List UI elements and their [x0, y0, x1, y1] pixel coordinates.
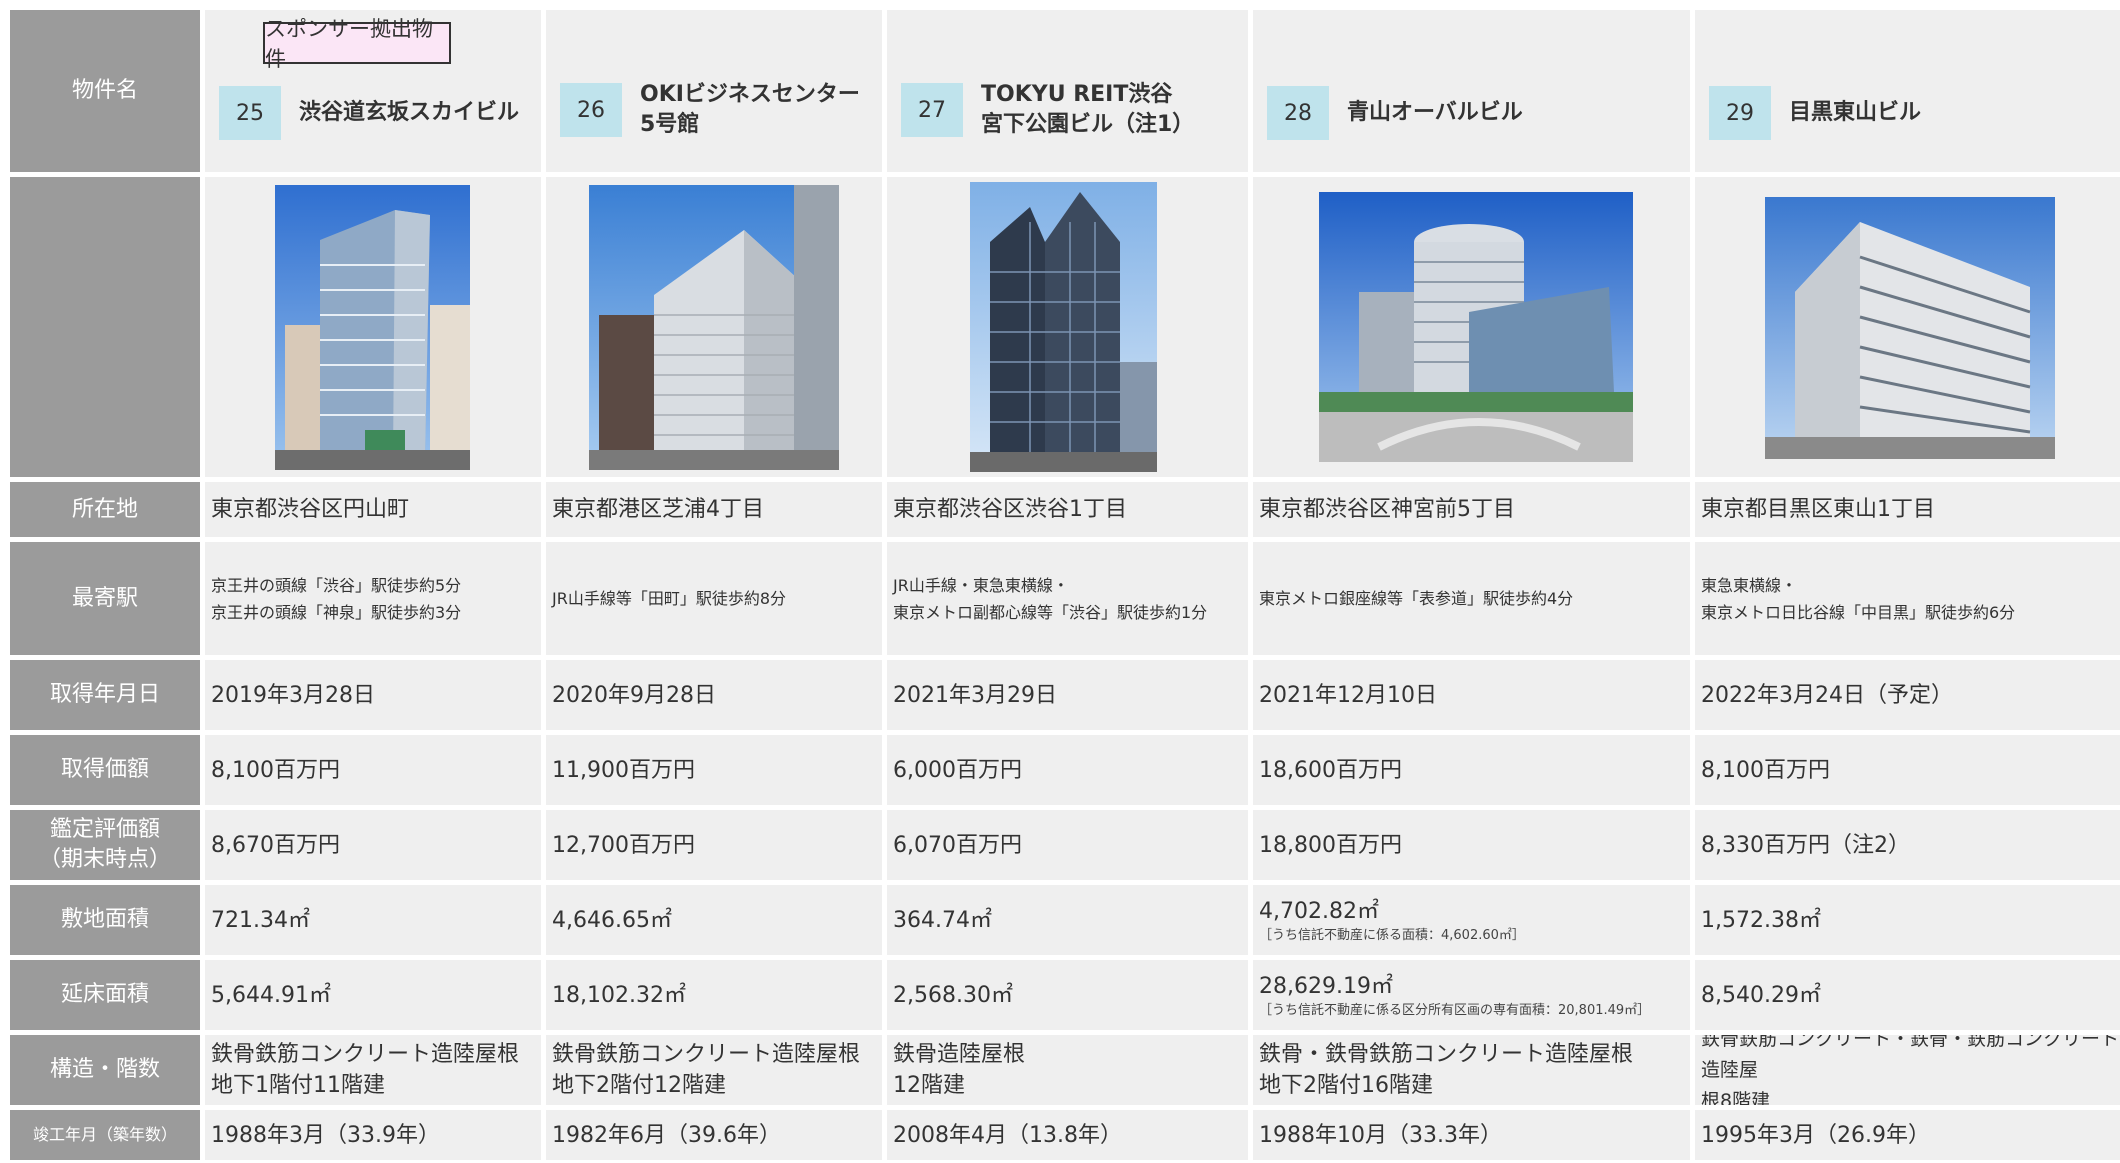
floor-area-note: ［うち信託不動産に係る区分所有区画の専有面積：20,801.49㎡］ [1259, 1002, 1651, 1018]
cell-appraisal: 8,330百万円（注2） [1695, 810, 2120, 880]
property-28-photo-cell [1253, 177, 1690, 477]
cell-land-area: 1,572.38㎡ [1695, 885, 2120, 955]
cell-acquisition-price: 11,900百万円 [546, 735, 882, 805]
building-photo [970, 182, 1157, 472]
property-27-photo-cell [887, 177, 1248, 477]
cell-station: JR山手線等「田町」駅徒歩約8分 [546, 542, 882, 655]
property-name: 渋谷道玄坂スカイビル [299, 100, 520, 125]
property-27-name-cell: 27 TOKYU REIT渋谷 宮下公園ビル（注1） [887, 10, 1248, 172]
cell-land-area: 4,646.65㎡ [546, 885, 882, 955]
property-25-photo-cell [205, 177, 541, 477]
property-name: 目黒東山ビル [1789, 100, 1922, 125]
property-name: 青山オーバルビル [1347, 100, 1523, 125]
header-appraisal: 鑑定評価額 （期末時点） [10, 810, 200, 880]
header-photo [10, 177, 200, 477]
cell-completion: 1988年10月（33.3年） [1253, 1110, 1690, 1160]
header-acquisition-price: 取得価額 [10, 735, 200, 805]
cell-station: JR山手線・東急東横線・ 東京メトロ副都心線等「渋谷」駅徒歩約1分 [887, 542, 1248, 655]
land-area-value: 4,702.82㎡ [1259, 898, 1379, 924]
property-29-name-cell: 29 目黒東山ビル [1695, 10, 2120, 172]
floor-area-value: 5,644.91㎡ [211, 982, 331, 1008]
cell-acquisition-date: 2021年3月29日 [887, 660, 1248, 730]
cell-acquisition-price: 6,000百万円 [887, 735, 1248, 805]
cell-structure: 鉄骨鉄筋コンクリート・鉄骨・鉄筋コンクリート造陸屋 根8階建 [1695, 1035, 2120, 1105]
cell-floor-area: 18,102.32㎡ [546, 960, 882, 1030]
cell-completion: 1995年3月（26.9年） [1695, 1110, 2120, 1160]
cell-station: 京王井の頭線「渋谷」駅徒歩約5分 京王井の頭線「神泉」駅徒歩約3分 [205, 542, 541, 655]
header-land-area: 敷地面積 [10, 885, 200, 955]
cell-land-area: 721.34㎡ [205, 885, 541, 955]
building-photo [1765, 197, 2055, 459]
property-number: 26 [560, 83, 622, 137]
cell-acquisition-date: 2021年12月10日 [1253, 660, 1690, 730]
land-area-value: 721.34㎡ [211, 907, 310, 933]
property-26-name-cell: 26 OKIビジネスセンター 5号館 [546, 10, 882, 172]
property-number: 28 [1267, 86, 1329, 140]
cell-structure: 鉄骨鉄筋コンクリート造陸屋根 地下2階付12階建 [546, 1035, 882, 1105]
floor-area-value: 2,568.30㎡ [893, 982, 1013, 1008]
land-area-value: 364.74㎡ [893, 907, 992, 933]
cell-structure: 鉄骨・鉄骨鉄筋コンクリート造陸屋根 地下2階付16階建 [1253, 1035, 1690, 1105]
header-completion: 竣工年月（築年数） [10, 1110, 200, 1160]
cell-completion: 2008年4月（13.8年） [887, 1110, 1248, 1160]
cell-floor-area: 8,540.29㎡ [1695, 960, 2120, 1030]
property-number: 27 [901, 83, 963, 137]
cell-appraisal: 6,070百万円 [887, 810, 1248, 880]
property-26-photo-cell [546, 177, 882, 477]
floor-area-value: 8,540.29㎡ [1701, 982, 1821, 1008]
property-28-name-cell: 28 青山オーバルビル [1253, 10, 1690, 172]
cell-station: 東急東横線・ 東京メトロ日比谷線「中目黒」駅徒歩約6分 [1695, 542, 2120, 655]
cell-location: 東京都目黒区東山1丁目 [1695, 482, 2120, 537]
property-table: 物件名 スポンサー拠出物件 25 渋谷道玄坂スカイビル 26 OKIビジネスセンター… [10, 10, 2120, 1163]
cell-completion: 1982年6月（39.6年） [546, 1110, 882, 1160]
header-acquisition-date: 取得年月日 [10, 660, 200, 730]
property-name: OKIビジネスセンター 5号館 [640, 82, 860, 137]
cell-acquisition-date: 2019年3月28日 [205, 660, 541, 730]
land-area-note: ［うち信託不動産に係る面積：4,602.60㎡］ [1259, 927, 1525, 943]
cell-appraisal: 12,700百万円 [546, 810, 882, 880]
cell-acquisition-price: 8,100百万円 [1695, 735, 2120, 805]
cell-completion: 1988年3月（33.9年） [205, 1110, 541, 1160]
cell-land-area: 364.74㎡ [887, 885, 1248, 955]
floor-area-value: 18,102.32㎡ [552, 982, 686, 1008]
property-25-name-cell: スポンサー拠出物件 25 渋谷道玄坂スカイビル [205, 10, 541, 172]
cell-floor-area: 2,568.30㎡ [887, 960, 1248, 1030]
building-photo [589, 185, 839, 470]
header-location: 所在地 [10, 482, 200, 537]
property-name: TOKYU REIT渋谷 宮下公園ビル（注1） [981, 82, 1195, 137]
cell-location: 東京都渋谷区渋谷1丁目 [887, 482, 1248, 537]
cell-location: 東京都渋谷区神宮前5丁目 [1253, 482, 1690, 537]
header-floor-area: 延床面積 [10, 960, 200, 1030]
building-photo [1319, 192, 1633, 462]
cell-acquisition-date: 2020年9月28日 [546, 660, 882, 730]
cell-station: 東京メトロ銀座線等「表参道」駅徒歩約4分 [1253, 542, 1690, 655]
building-photo [275, 185, 470, 470]
property-number: 29 [1709, 86, 1771, 140]
property-number: 25 [219, 86, 281, 140]
header-structure: 構造・階数 [10, 1035, 200, 1105]
floor-area-value: 28,629.19㎡ [1259, 973, 1393, 999]
header-property-name: 物件名 [10, 10, 200, 172]
cell-appraisal: 18,800百万円 [1253, 810, 1690, 880]
cell-acquisition-price: 8,100百万円 [205, 735, 541, 805]
cell-location: 東京都港区芝浦4丁目 [546, 482, 882, 537]
cell-floor-area: 28,629.19㎡ ［うち信託不動産に係る区分所有区画の専有面積：20,801.… [1253, 960, 1690, 1030]
property-29-photo-cell [1695, 177, 2120, 477]
header-station: 最寄駅 [10, 542, 200, 655]
land-area-value: 4,646.65㎡ [552, 907, 672, 933]
cell-floor-area: 5,644.91㎡ [205, 960, 541, 1030]
cell-acquisition-date: 2022年3月24日（予定） [1695, 660, 2120, 730]
sponsor-badge: スポンサー拠出物件 [263, 17, 451, 71]
cell-appraisal: 8,670百万円 [205, 810, 541, 880]
land-area-value: 1,572.38㎡ [1701, 907, 1821, 933]
cell-land-area: 4,702.82㎡ ［うち信託不動産に係る面積：4,602.60㎡］ [1253, 885, 1690, 955]
cell-acquisition-price: 18,600百万円 [1253, 735, 1690, 805]
cell-location: 東京都渋谷区円山町 [205, 482, 541, 537]
cell-structure: 鉄骨鉄筋コンクリート造陸屋根 地下1階付11階建 [205, 1035, 541, 1105]
cell-structure: 鉄骨造陸屋根 12階建 [887, 1035, 1248, 1105]
